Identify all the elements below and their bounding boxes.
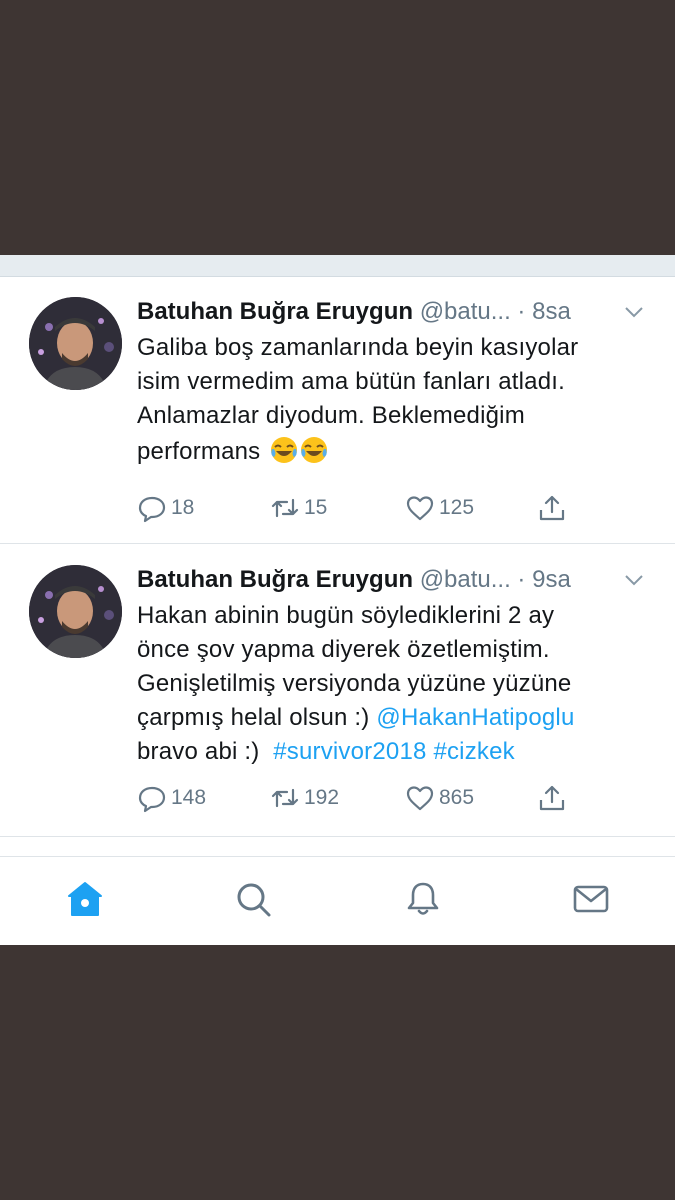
tweet-line: çarpmış helal olsun :): [137, 704, 377, 731]
hashtag-link[interactable]: #survivor2018: [273, 738, 426, 765]
tab-home[interactable]: [65, 879, 105, 919]
bottom-tab-bar: [0, 856, 675, 945]
retweet-button[interactable]: 192: [270, 780, 339, 816]
tweet-line-with-mention: çarpmış helal olsun :) @HakanHatipoglu: [137, 701, 657, 735]
reply-icon: [138, 786, 166, 813]
heart-icon: [406, 496, 434, 521]
avatar[interactable]: [29, 297, 122, 390]
reply-count: 148: [171, 786, 207, 809]
tweet-line: isim vermedim ama bütün fanları atladı.: [137, 368, 565, 395]
share-button[interactable]: [537, 780, 571, 816]
avatar[interactable]: [29, 565, 122, 658]
author-handle[interactable]: @batu...: [420, 298, 511, 325]
separator: ·: [510, 298, 533, 325]
home-icon: [68, 882, 102, 916]
tweet-actions: 148 192 865: [137, 780, 635, 816]
tweet-line: bravo abi :): [137, 738, 274, 765]
tweet-line: Hakan abinin bugün söylediklerini 2 ay: [137, 602, 555, 629]
chevron-down-icon[interactable]: [623, 301, 645, 323]
like-count: 865: [439, 786, 475, 809]
separator: ·: [510, 566, 533, 593]
notifications-icon: [407, 882, 439, 915]
author-name[interactable]: Batuhan Buğra Eruygun: [137, 298, 413, 325]
retweet-count: 15: [304, 496, 328, 519]
messages-icon: [573, 885, 609, 913]
tweet-header: Batuhan Buğra Eruygun @batu... · 9sa: [137, 565, 645, 595]
twitter-screen: Batuhan Buğra Eruygun @batu... · 8sa Gal…: [0, 255, 675, 945]
heart-icon: [406, 786, 434, 811]
timestamp[interactable]: 9sa: [532, 566, 571, 593]
share-icon: [539, 785, 565, 811]
reply-button[interactable]: 18: [137, 490, 194, 526]
tweet-line: önce şov yapma diyerek özetlemiştim.: [137, 636, 550, 663]
tweet[interactable]: Batuhan Buğra Eruygun @batu... · 8sa Gal…: [0, 277, 675, 544]
top-band: [0, 255, 675, 277]
tweet-line-last: performans: [137, 435, 657, 469]
tweet-line: Galiba boş zamanlarında beyin kasıyolar: [137, 334, 579, 361]
retweet-count: 192: [304, 786, 340, 809]
tweet-actions: 18 15 125: [137, 490, 635, 526]
reply-button[interactable]: 148: [137, 780, 206, 816]
tab-search[interactable]: [233, 879, 273, 919]
tears-of-joy-emoji-icon: [269, 435, 299, 465]
tab-messages[interactable]: [571, 879, 611, 919]
retweet-icon: [271, 788, 299, 808]
share-icon: [539, 495, 565, 521]
tears-of-joy-emoji-icon: [299, 435, 329, 465]
retweet-button[interactable]: 15: [270, 490, 327, 526]
tweet-line-with-hashtags: bravo abi :) #survivor2018 #cizkek: [137, 735, 657, 769]
like-button[interactable]: 865: [405, 780, 474, 816]
tweet-text: Hakan abinin bugün söylediklerini 2 ay ö…: [137, 599, 657, 769]
author-name[interactable]: Batuhan Buğra Eruygun: [137, 566, 413, 593]
tweet-header: Batuhan Buğra Eruygun @batu... · 8sa: [137, 297, 645, 327]
tweet-line: Anlamazlar diyodum. Beklemediğim: [137, 402, 525, 429]
tweet-line: performans: [137, 438, 261, 465]
tab-notifications[interactable]: [403, 879, 443, 919]
timestamp[interactable]: 8sa: [532, 298, 571, 325]
mention-link[interactable]: @HakanHatipoglu: [376, 704, 574, 731]
hashtag-link[interactable]: #cizkek: [433, 738, 514, 765]
reply-count: 18: [171, 496, 195, 519]
like-count: 125: [439, 496, 475, 519]
reply-icon: [138, 496, 166, 523]
tweet[interactable]: Batuhan Buğra Eruygun @batu... · 9sa Hak…: [0, 545, 675, 837]
tweet-text: Galiba boş zamanlarında beyin kasıyolar …: [137, 331, 657, 469]
like-button[interactable]: 125: [405, 490, 474, 526]
author-handle[interactable]: @batu...: [420, 566, 511, 593]
search-icon: [237, 883, 271, 917]
chevron-down-icon[interactable]: [623, 569, 645, 591]
tweet-line: Genişletilmiş versiyonda yüzüne yüzüne: [137, 670, 572, 697]
share-button[interactable]: [537, 490, 571, 526]
retweet-icon: [271, 498, 299, 518]
